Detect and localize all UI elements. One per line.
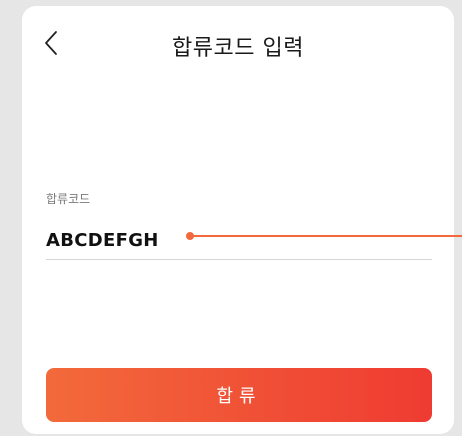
header: 합류코드 입력: [22, 6, 454, 86]
background: 합류코드 입력 합류코드 ABCDEFGH 합류: [0, 0, 462, 436]
join-code-label: 합류코드: [46, 192, 91, 206]
page-title: 합류코드 입력: [172, 36, 304, 61]
pointer-line: [192, 235, 462, 237]
input-underline: [46, 259, 432, 260]
join-code-input[interactable]: ABCDEFGH: [46, 230, 159, 251]
callout-pointer: [186, 232, 462, 240]
join-button[interactable]: 합류: [46, 368, 432, 422]
join-code-card: 합류코드 입력 합류코드 ABCDEFGH 합류: [22, 6, 454, 434]
